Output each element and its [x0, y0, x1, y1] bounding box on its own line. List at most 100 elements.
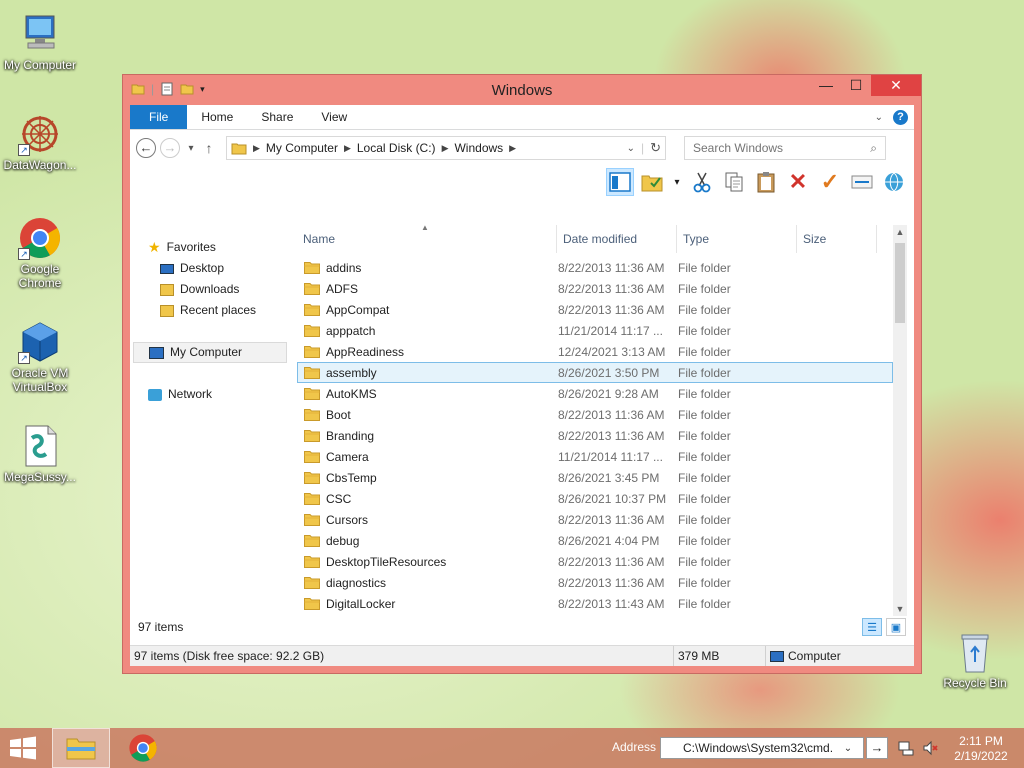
tab-view[interactable]: View — [307, 105, 361, 129]
table-row[interactable]: addins 8/22/2013 11:36 AM File folder — [297, 257, 893, 278]
table-row[interactable]: debug 8/26/2021 4:04 PM File folder — [297, 530, 893, 551]
breadcrumb-local-disk[interactable]: Local Disk (C:) — [357, 141, 436, 155]
system-clock[interactable]: 2:11 PM 2/19/2022 — [946, 734, 1016, 764]
column-date-modified[interactable]: Date modified — [557, 225, 677, 253]
desktop-icon-my-computer[interactable]: My Computer — [0, 12, 80, 72]
cut-button[interactable] — [688, 168, 716, 196]
table-row[interactable]: AutoKMS 8/26/2021 9:28 AM File folder — [297, 383, 893, 404]
breadcrumb-separator-icon[interactable]: ▶ — [509, 143, 516, 154]
computer-icon — [770, 650, 784, 662]
tab-file[interactable]: File — [130, 105, 188, 129]
search-box[interactable]: ⌕ — [684, 136, 886, 160]
file-type-cell: File folder — [678, 596, 731, 611]
desktop-icon-megasussy[interactable]: MegaSussy... — [0, 424, 80, 484]
file-date-cell: 8/22/2013 11:36 AM — [558, 407, 665, 422]
breadcrumb-separator-icon[interactable]: ▶ — [344, 143, 351, 154]
minimize-button[interactable]: — — [811, 75, 841, 96]
table-row[interactable]: Branding 8/22/2013 11:36 AM File folder — [297, 425, 893, 446]
file-date-cell: 8/22/2013 11:43 AM — [558, 596, 665, 611]
navigation-pane: ★ Favorites Desktop Downloads Recent pla… — [130, 225, 290, 616]
nav-recent-places[interactable]: Recent places — [130, 300, 290, 321]
rename-button[interactable]: ✓ — [816, 168, 844, 196]
search-input[interactable] — [693, 141, 871, 155]
close-button[interactable]: ✕ — [871, 75, 921, 96]
breadcrumb-windows[interactable]: Windows — [454, 141, 503, 155]
address-dropdown-icon[interactable]: ⌄ — [833, 743, 863, 754]
folder-icon — [304, 598, 320, 610]
address-bar[interactable]: ▶ My Computer ▶ Local Disk (C:) ▶ Window… — [226, 136, 666, 160]
expand-ribbon-icon[interactable]: ⌄ — [875, 112, 883, 123]
table-row[interactable]: CbsTemp 8/26/2021 3:45 PM File folder — [297, 467, 893, 488]
details-view-button[interactable]: ☰ — [862, 618, 882, 636]
nav-downloads[interactable]: Downloads — [130, 279, 290, 300]
paste-button[interactable] — [752, 168, 780, 196]
maximize-button[interactable]: ☐ — [841, 75, 871, 96]
volume-muted-icon[interactable] — [922, 740, 938, 756]
scroll-down-icon[interactable]: ▼ — [893, 604, 907, 614]
address-go-button[interactable]: → — [866, 737, 888, 759]
folder-options-button[interactable] — [638, 168, 666, 196]
forward-button[interactable]: → — [160, 138, 180, 158]
nav-network[interactable]: Network — [130, 384, 290, 405]
table-row[interactable]: diagnostics 8/22/2013 11:36 AM File folder — [297, 572, 893, 593]
table-row[interactable]: Boot 8/22/2013 11:36 AM File folder — [297, 404, 893, 425]
table-row[interactable]: ADFS 8/22/2013 11:36 AM File folder — [297, 278, 893, 299]
taskbar-file-explorer[interactable] — [52, 728, 110, 768]
delete-button[interactable]: ✕ — [784, 168, 812, 196]
nav-desktop[interactable]: Desktop — [130, 258, 290, 279]
address-toolbar-input[interactable] — [661, 741, 833, 755]
desktop-icon-recycle-bin[interactable]: Recycle Bin — [935, 630, 1015, 690]
globe-icon — [885, 172, 903, 192]
taskbar-chrome[interactable] — [114, 728, 172, 768]
tab-share[interactable]: Share — [247, 105, 307, 129]
address-toolbar-label: Address — [612, 740, 657, 754]
column-type[interactable]: Type — [677, 225, 797, 253]
breadcrumb-separator-icon[interactable]: ▶ — [442, 143, 449, 154]
table-row[interactable]: AppReadiness 12/24/2021 3:13 AM File folde… — [297, 341, 893, 362]
address-dropdown-icon[interactable]: ⌄ — [627, 143, 635, 154]
file-name-cell: AppCompat — [298, 303, 558, 317]
search-icon[interactable]: ⌕ — [870, 141, 877, 156]
properties-button[interactable] — [848, 168, 876, 196]
vertical-scrollbar[interactable]: ▲ ▼ — [893, 225, 907, 616]
network-button[interactable] — [880, 168, 908, 196]
refresh-icon[interactable]: ↻ — [650, 140, 661, 156]
scroll-thumb[interactable] — [895, 243, 905, 323]
table-row[interactable]: AppCompat 8/22/2013 11:36 AM File folder — [297, 299, 893, 320]
breadcrumb-my-computer[interactable]: My Computer — [266, 141, 338, 155]
up-button[interactable]: ↑ — [202, 140, 216, 156]
nav-my-computer[interactable]: My Computer — [133, 342, 287, 363]
large-icons-view-button[interactable]: ▣ — [886, 618, 906, 636]
table-row[interactable]: DesktopTileResources 8/22/2013 11:36 AM Fi… — [297, 551, 893, 572]
recent-locations-icon[interactable]: ▾ — [184, 143, 198, 154]
table-row[interactable]: DigitalLocker 8/22/2013 11:43 AM File fold… — [297, 593, 893, 614]
explorer-window[interactable]: | ▾ Windows — ☐ ✕ File Home Share View ⌄… — [122, 74, 922, 674]
file-type-cell: File folder — [678, 281, 731, 296]
network-tray-icon[interactable] — [898, 740, 914, 756]
nav-favorites[interactable]: ★ Favorites — [130, 237, 290, 258]
scroll-up-icon[interactable]: ▲ — [893, 227, 907, 237]
folder-icon — [304, 283, 320, 295]
help-icon[interactable]: ? — [893, 109, 908, 125]
desktop-icon-datawagon[interactable]: ↗ DataWagon... — [0, 112, 80, 172]
file-list: ▲ Name Date modified Type Size addins 8/2… — [297, 225, 893, 616]
column-size[interactable]: Size — [797, 225, 877, 253]
desktop-icon-google-chrome[interactable]: ↗ Google Chrome — [0, 216, 80, 290]
file-name: addins — [326, 260, 362, 275]
table-row[interactable]: Cursors 8/22/2013 11:36 AM File folder — [297, 509, 893, 530]
preview-pane-button[interactable] — [606, 168, 634, 196]
table-row[interactable]: assembly 8/26/2021 3:50 PM File folder — [297, 362, 893, 383]
start-button[interactable] — [8, 736, 38, 760]
clock-date: 2/19/2022 — [954, 749, 1008, 763]
table-row[interactable]: apppatch 11/21/2014 11:17 ... File folder — [297, 320, 893, 341]
options-dropdown-icon[interactable]: ▾ — [670, 168, 684, 196]
copy-button[interactable] — [720, 168, 748, 196]
table-row[interactable]: Camera 11/21/2014 11:17 ... File folder — [297, 446, 893, 467]
address-toolbar[interactable]: ⌄ — [660, 737, 864, 759]
title-bar[interactable]: | ▾ Windows — ☐ ✕ — [123, 75, 921, 105]
table-row[interactable]: CSC 8/26/2021 10:37 PM File folder — [297, 488, 893, 509]
file-name: diagnostics — [326, 575, 387, 590]
back-button[interactable]: ← — [136, 138, 156, 158]
tab-home[interactable]: Home — [187, 105, 247, 129]
desktop-icon-virtualbox[interactable]: ↗ Oracle VM VirtualBox — [0, 320, 80, 394]
